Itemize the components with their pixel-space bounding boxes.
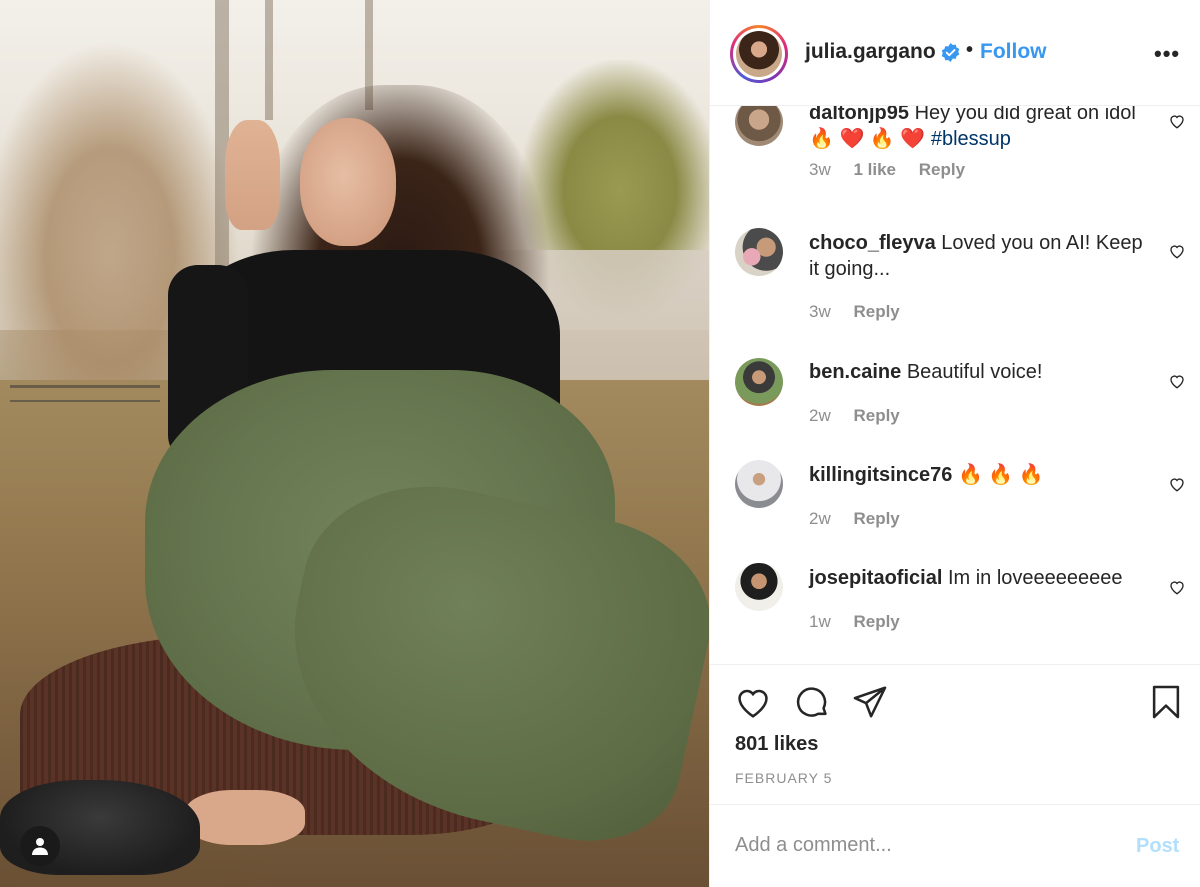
more-options-icon[interactable]: ••• [1154,41,1180,67]
comment-likes[interactable]: 1 like [853,160,896,179]
commenter-avatar[interactable] [735,228,783,276]
like-heart-icon[interactable] [734,683,772,721]
photo-tree-trunk [265,0,273,120]
comment-time[interactable]: 2w [809,509,831,528]
header-separator: • [966,39,974,61]
tagged-users-button[interactable] [20,826,60,866]
likes-count[interactable]: 801 likes [735,733,818,756]
comment-meta: 2w Reply [809,509,918,529]
photo-fence [10,385,160,415]
photo-ankle [185,790,305,845]
post-details-panel: julia.gargano • Follow ••• daltonjp95 He… [709,0,1200,887]
comment-text: josepitaoficial Im in loveeeeeeeee [809,565,1149,591]
add-comment-bar: Post [710,804,1200,887]
add-comment-input[interactable] [735,827,1115,863]
post-comment-button[interactable]: Post [1136,835,1179,858]
author-avatar[interactable] [730,25,788,83]
comment-text: ben.caine Beautiful voice! [809,359,1149,385]
comment-time[interactable]: 2w [809,406,831,425]
like-comment-heart-icon[interactable] [1168,578,1186,596]
comment-meta: 2w Reply [809,406,918,426]
comment-text: daltonjp95 Hey you did great on idol🔥 ❤️… [809,106,1149,152]
commenter-avatar[interactable] [735,106,783,146]
commenter-username[interactable]: daltonjp95 [809,106,909,124]
reply-button[interactable]: Reply [919,160,965,179]
like-comment-heart-icon[interactable] [1168,112,1186,130]
reply-button[interactable]: Reply [853,509,899,528]
commenter-username[interactable]: josepitaoficial [809,567,942,589]
post-photo[interactable] [0,0,709,887]
photo-hand [225,120,280,230]
author-avatar-image [736,31,782,77]
follow-button[interactable]: Follow [980,40,1047,64]
comment-meta: 1w Reply [809,612,918,632]
commenter-username[interactable]: killingitsince76 [809,464,952,486]
like-comment-heart-icon[interactable] [1168,372,1186,390]
save-bookmark-icon[interactable] [1147,683,1185,721]
comment-time[interactable]: 3w [809,302,831,321]
user-icon [32,838,48,855]
reply-button[interactable]: Reply [853,612,899,631]
commenter-avatar[interactable] [735,358,783,406]
comment-body: Beautiful voice! [906,361,1043,383]
like-comment-heart-icon[interactable] [1168,475,1186,493]
post-actions: 801 likes FEBRUARY 5 [710,664,1200,804]
comment-time[interactable]: 1w [809,612,831,631]
author-username[interactable]: julia.gargano [805,40,936,64]
comment-body: 🔥 🔥 🔥 [957,464,1044,486]
comment-time[interactable]: 3w [809,160,831,179]
post-header: julia.gargano • Follow ••• [710,0,1200,106]
commenter-avatar[interactable] [735,460,783,508]
comment-bubble-icon[interactable] [793,683,831,721]
commenter-avatar[interactable] [735,563,783,611]
comments-list[interactable]: daltonjp95 Hey you did great on idol🔥 ❤️… [710,106,1200,664]
comment-text: choco_fleyva Loved you on AI! Keep it go… [809,230,1149,282]
like-comment-heart-icon[interactable] [1168,242,1186,260]
reply-button[interactable]: Reply [853,302,899,321]
photo-face [300,118,396,246]
verified-badge-icon [941,43,960,62]
post-date[interactable]: FEBRUARY 5 [735,770,832,786]
reply-button[interactable]: Reply [853,406,899,425]
commenter-username[interactable]: choco_fleyva [809,232,936,254]
comment-meta: 3w Reply [809,302,918,322]
comment-hashtag[interactable]: #blessup [931,128,1011,150]
comment-text: killingitsince76 🔥 🔥 🔥 [809,462,1149,488]
comment-body: Im in loveeeeeeeee [947,567,1123,589]
commenter-username[interactable]: ben.caine [809,361,901,383]
comment-meta: 3w 1 like Reply [809,160,983,180]
share-paper-plane-icon[interactable] [851,683,889,721]
